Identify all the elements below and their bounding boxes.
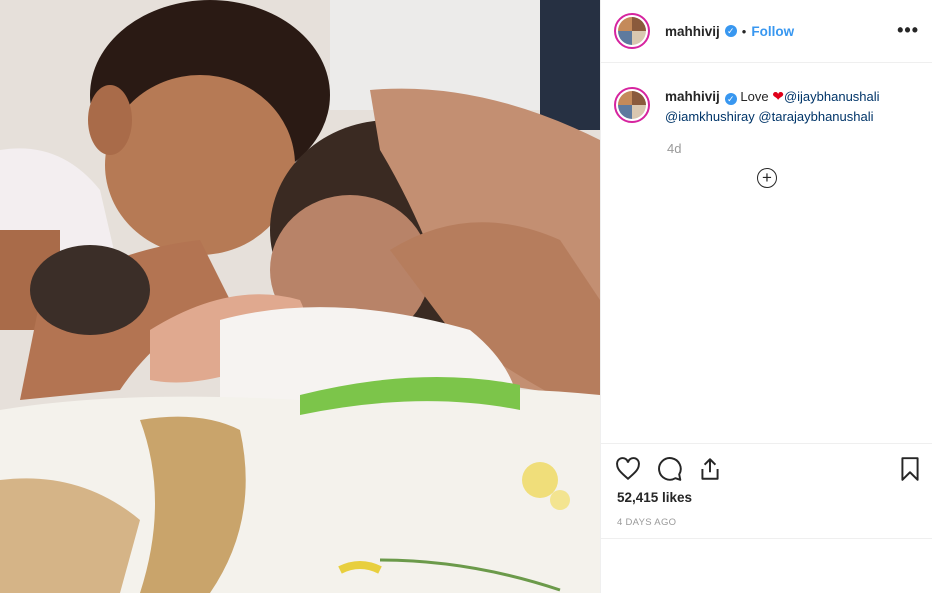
likes-count[interactable]: 52,415 likes [617, 490, 692, 505]
load-more-comments-icon[interactable]: + [757, 168, 777, 188]
comment-icon[interactable] [657, 456, 683, 482]
photo-image [0, 0, 600, 593]
caption: mahhivij ✓ Love ❤@ijaybhanushali @iamkhus… [614, 86, 920, 127]
mention-link[interactable]: @iamkhushiray [665, 109, 755, 124]
post-timestamp[interactable]: 4 DAYS AGO [617, 517, 676, 528]
like-heart-icon[interactable] [615, 456, 641, 482]
avatar-image [618, 17, 646, 45]
caption-word: Love [740, 89, 769, 104]
avatar[interactable] [614, 13, 650, 49]
divider [601, 538, 932, 539]
post-header: mahhivij ✓ • Follow ••• [601, 0, 932, 63]
caption-text: mahhivij ✓ Love ❤@ijaybhanushali @iamkhus… [665, 86, 880, 127]
caption-age[interactable]: 4d [667, 141, 681, 156]
post-photo[interactable] [0, 0, 600, 593]
caption-username-link[interactable]: mahhivij [665, 89, 720, 104]
follow-button[interactable]: Follow [751, 24, 794, 39]
verified-badge-icon: ✓ [724, 93, 737, 105]
username-link[interactable]: mahhivij [665, 24, 720, 39]
save-bookmark-icon[interactable] [897, 456, 923, 482]
verified-badge-icon: ✓ [724, 25, 737, 37]
mention-link[interactable]: @tarajaybhanushali [758, 109, 873, 124]
more-options-icon[interactable]: ••• [897, 20, 919, 41]
caption-avatar[interactable] [614, 87, 650, 123]
separator-dot: • [741, 23, 747, 39]
heart-emoji-icon: ❤ [772, 88, 784, 104]
mention-link[interactable]: @ijaybhanushali [784, 89, 880, 104]
avatar-image [618, 91, 646, 119]
post-actions: 52,415 likes 4 DAYS AGO [601, 443, 932, 594]
post-side-panel: mahhivij ✓ • Follow ••• mahhivij ✓ Love ❤… [600, 0, 932, 593]
share-icon[interactable] [697, 456, 723, 482]
